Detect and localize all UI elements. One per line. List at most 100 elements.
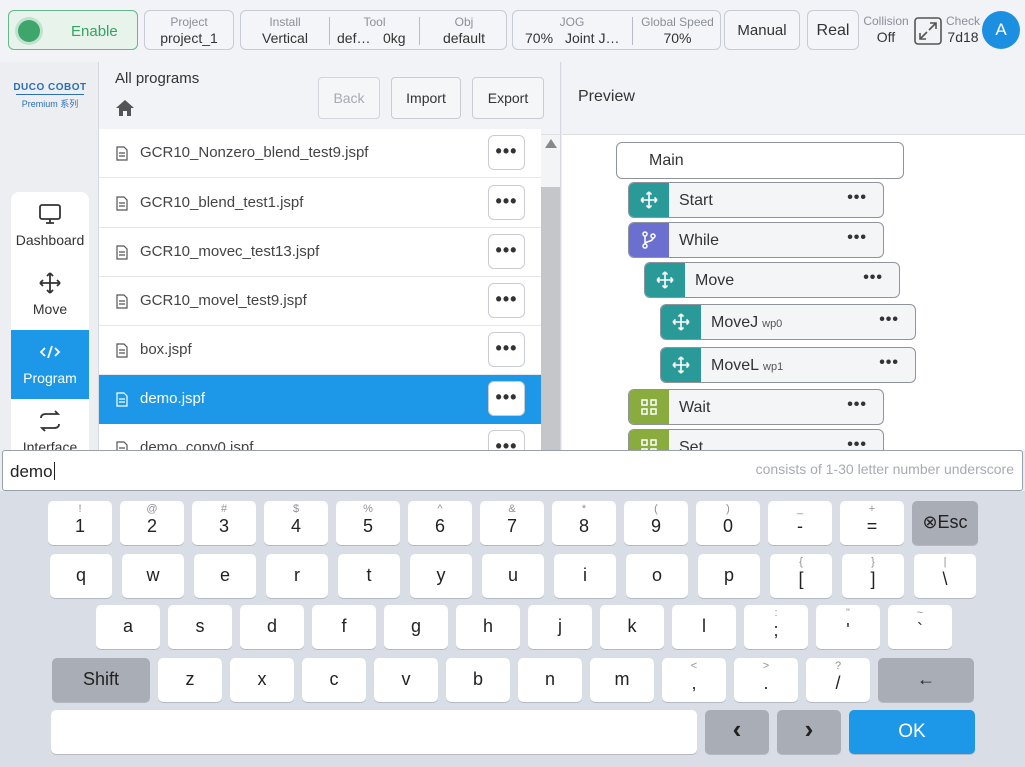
tree-node-wait[interactable]: Wait ••• (628, 389, 884, 425)
program-row-selected[interactable]: demo.jspf ••• (99, 375, 541, 424)
key-2[interactable]: @2 (120, 501, 184, 545)
more-options-button[interactable]: ••• (488, 283, 525, 318)
more-options-button[interactable]: ••• (488, 381, 525, 416)
key-u[interactable]: u (482, 554, 544, 598)
tool-field[interactable]: Tool def… 0kg (330, 11, 419, 49)
key-g[interactable]: g (384, 605, 448, 649)
home-icon[interactable] (115, 98, 135, 118)
key-h[interactable]: h (456, 605, 520, 649)
tree-node-movej[interactable]: MoveJ wp0 ••• (660, 304, 916, 340)
key-`[interactable]: ~ ` (888, 605, 952, 649)
nav-item-program[interactable]: Program (11, 330, 89, 399)
real-mode-button[interactable]: Real (807, 10, 859, 50)
project-selector[interactable]: Project project_1 (144, 10, 234, 50)
tree-node-movel[interactable]: MoveL wp1 ••• (660, 347, 916, 383)
node-more-button[interactable]: ••• (847, 396, 867, 414)
key-4[interactable]: $4 (264, 501, 328, 545)
collision-status[interactable]: Collision Off (861, 14, 911, 45)
key-=[interactable]: + = (840, 501, 904, 545)
export-button[interactable]: Export (472, 77, 544, 119)
key-1[interactable]: ! 1 (48, 501, 112, 545)
tree-node-set[interactable]: Set ••• (628, 429, 884, 450)
tree-node-while[interactable]: While ••• (628, 222, 884, 258)
key-'[interactable]: " ' (816, 605, 880, 649)
key-y[interactable]: y (410, 554, 472, 598)
key-e[interactable]: e (194, 554, 256, 598)
key-k[interactable]: k (600, 605, 664, 649)
key-s[interactable]: s (168, 605, 232, 649)
cursor-left-key[interactable]: ‹ (705, 710, 769, 754)
tree-node-main[interactable]: Main (616, 142, 904, 179)
more-options-button[interactable]: ••• (488, 234, 525, 269)
program-row[interactable]: GCR10_movel_test9.jspf ••• (99, 277, 541, 326)
key-8[interactable]: * 8 (552, 501, 616, 545)
backspace-key[interactable]: ← (878, 658, 974, 702)
scroll-up-arrow-icon[interactable] (545, 139, 557, 148)
node-more-button[interactable]: ••• (847, 436, 867, 450)
scrollbar-thumb[interactable] (541, 187, 560, 450)
check-status[interactable]: Check 7d18 (945, 14, 981, 45)
key-r[interactable]: r (266, 554, 328, 598)
program-row[interactable]: box.jspf ••• (99, 326, 541, 375)
cursor-right-key[interactable]: › (777, 710, 841, 754)
key-b[interactable]: b (446, 658, 510, 702)
more-options-button[interactable]: ••• (488, 185, 525, 220)
escape-key[interactable]: ⊗Esc (912, 501, 978, 545)
key-0[interactable]: ) 0 (696, 501, 760, 545)
key-t[interactable]: t (338, 554, 400, 598)
key-.[interactable]: >. (734, 658, 798, 702)
key-x[interactable]: x (230, 658, 294, 702)
obj-field[interactable]: Obj default (420, 11, 508, 49)
key-5[interactable]: % 5 (336, 501, 400, 545)
enable-button[interactable]: Enable (8, 10, 138, 50)
manual-mode-button[interactable]: Manual (724, 10, 800, 50)
key-i[interactable]: i (554, 554, 616, 598)
node-more-button[interactable]: ••• (847, 229, 867, 247)
tree-node-move[interactable]: Move ••• (644, 262, 900, 298)
key-v[interactable]: v (374, 658, 438, 702)
key-q[interactable]: q (50, 554, 112, 598)
key-l[interactable]: l (672, 605, 736, 649)
key-;[interactable]: :; (744, 605, 808, 649)
key-9[interactable]: (9 (624, 501, 688, 545)
nav-item-interface[interactable]: Interface (11, 399, 89, 450)
nav-item-dashboard[interactable]: Dashboard (11, 192, 89, 261)
global-speed-field[interactable]: Global Speed 70% (633, 11, 722, 49)
more-options-button[interactable]: ••• (488, 332, 525, 367)
more-options-button[interactable]: ••• (488, 135, 525, 170)
key-/[interactable]: ? / (806, 658, 870, 702)
node-more-button[interactable]: ••• (879, 311, 899, 329)
key--[interactable]: _ - (768, 501, 832, 545)
program-row[interactable]: GCR10_blend_test1.jspf ••• (99, 179, 541, 228)
program-row[interactable]: GCR10_movec_test13.jspf ••• (99, 228, 541, 277)
jog-field[interactable]: JOG 70% Joint J… (513, 11, 631, 49)
key-d[interactable]: d (240, 605, 304, 649)
key-6[interactable]: ^ 6 (408, 501, 472, 545)
ok-key[interactable]: OK (849, 710, 975, 754)
key-z[interactable]: z (158, 658, 222, 702)
install-tool-obj-panel[interactable]: Install Vertical Tool def… 0kg Obj defau… (240, 10, 507, 50)
key-,[interactable]: <, (662, 658, 726, 702)
back-button[interactable]: Back (318, 77, 380, 119)
key-[[interactable]: {[ (770, 554, 832, 598)
user-avatar[interactable]: A (982, 11, 1020, 49)
jog-speed-panel[interactable]: JOG 70% Joint J… Global Speed 70% (512, 10, 721, 50)
key-7[interactable]: & 7 (480, 501, 544, 545)
key-n[interactable]: n (518, 658, 582, 702)
program-row[interactable]: demo_copy0.jspf ••• (99, 424, 541, 450)
key-f[interactable]: f (312, 605, 376, 649)
key-p[interactable]: p (698, 554, 760, 598)
expand-icon[interactable] (914, 17, 942, 45)
shift-key[interactable]: Shift (52, 658, 150, 702)
key-3[interactable]: #3 (192, 501, 256, 545)
key-][interactable]: }] (842, 554, 904, 598)
nav-item-move[interactable]: Move (11, 261, 89, 330)
node-more-button[interactable]: ••• (879, 354, 899, 372)
install-field[interactable]: Install Vertical (241, 11, 329, 49)
space-key[interactable] (51, 710, 697, 754)
tree-node-start[interactable]: Start ••• (628, 182, 884, 218)
more-options-button[interactable]: ••• (488, 430, 525, 450)
node-more-button[interactable]: ••• (863, 269, 883, 287)
key-m[interactable]: m (590, 658, 654, 702)
key-w[interactable]: w (122, 554, 184, 598)
